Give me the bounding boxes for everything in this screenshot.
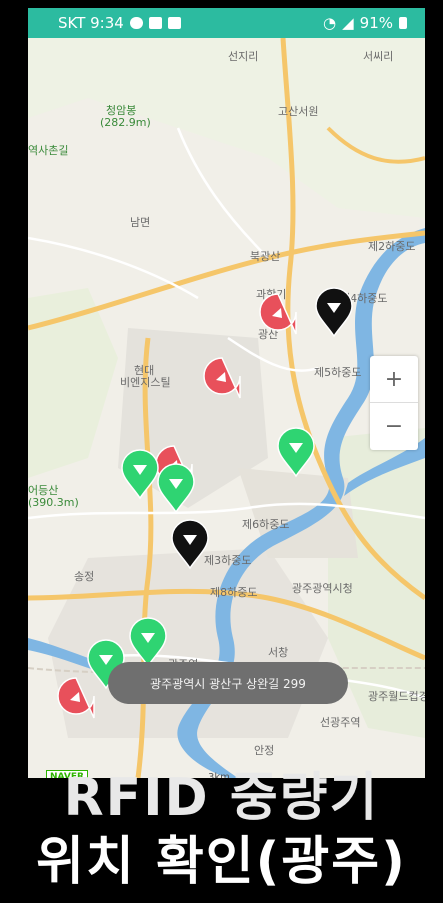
address-toast: 광주광역시 광산구 상완길 299 [108, 662, 348, 704]
green-marker[interactable] [126, 616, 170, 668]
map-label: 고산서원 [278, 105, 319, 118]
pin-down-icon [277, 427, 315, 478]
zoom-in-button[interactable]: + [370, 356, 418, 402]
battery-icon [399, 17, 407, 29]
map-label: 서씨리 [363, 50, 394, 63]
signal-icon: ◢ [342, 14, 354, 32]
message-icon [129, 17, 143, 29]
black-marker[interactable] [168, 518, 212, 570]
map-label: 광주광역시청 [292, 582, 353, 595]
pin-tail-icon [203, 357, 241, 399]
black-marker[interactable] [312, 286, 356, 338]
map-label: 송정 [74, 570, 95, 583]
map-label: 제2하중도 [368, 240, 416, 253]
map-label: 제6하중도 [242, 518, 290, 531]
pin-tail-icon [57, 677, 95, 719]
zoom-out-button[interactable]: − [370, 403, 418, 449]
red-marker[interactable] [200, 354, 244, 406]
phone-screen: SKT 9:34 ◔ ◢ 91% 선지리 서씨리 고산서원 청암봉 (282.9… [28, 8, 425, 778]
battery-level: 91% [359, 14, 393, 32]
caption-line-2: 위치 확인(광주) [36, 832, 407, 892]
pin-tail-icon [259, 293, 297, 335]
map-label: 선광주역 [320, 716, 361, 729]
notification-icon [167, 17, 181, 29]
pin-down-icon [157, 463, 195, 514]
carrier-time: SKT 9:34 [58, 14, 124, 32]
map-label: 안정 [254, 744, 275, 757]
gallery-icon [148, 17, 162, 29]
pin-down-icon [171, 519, 209, 570]
wifi-icon: ◔ [323, 14, 337, 32]
map-label: 제5하중도 [314, 366, 362, 379]
map-label: 선지리 [228, 50, 259, 63]
map-label: 역사촌길 [28, 144, 69, 157]
map-label: (282.9m) [100, 116, 151, 129]
zoom-control: + − [370, 356, 418, 450]
map-label: 북광산 [250, 250, 281, 263]
green-marker[interactable] [154, 462, 198, 514]
pin-down-icon [315, 287, 353, 338]
green-marker[interactable] [274, 426, 318, 478]
map-label: 남면 [130, 216, 151, 229]
map-label: 서창 [268, 646, 289, 659]
pin-down-icon [129, 617, 167, 668]
map-label: 광주월드컵경기장 [368, 690, 425, 703]
red-marker[interactable] [54, 674, 98, 726]
status-bar: SKT 9:34 ◔ ◢ 91% [28, 8, 425, 38]
map-label: 비엔지스틸 [120, 376, 171, 389]
red-marker[interactable] [256, 290, 300, 342]
map-label: 제8하중도 [210, 586, 258, 599]
caption-line-1: RFID 중량기 [63, 768, 380, 828]
map-label: (390.3m) [28, 496, 79, 509]
